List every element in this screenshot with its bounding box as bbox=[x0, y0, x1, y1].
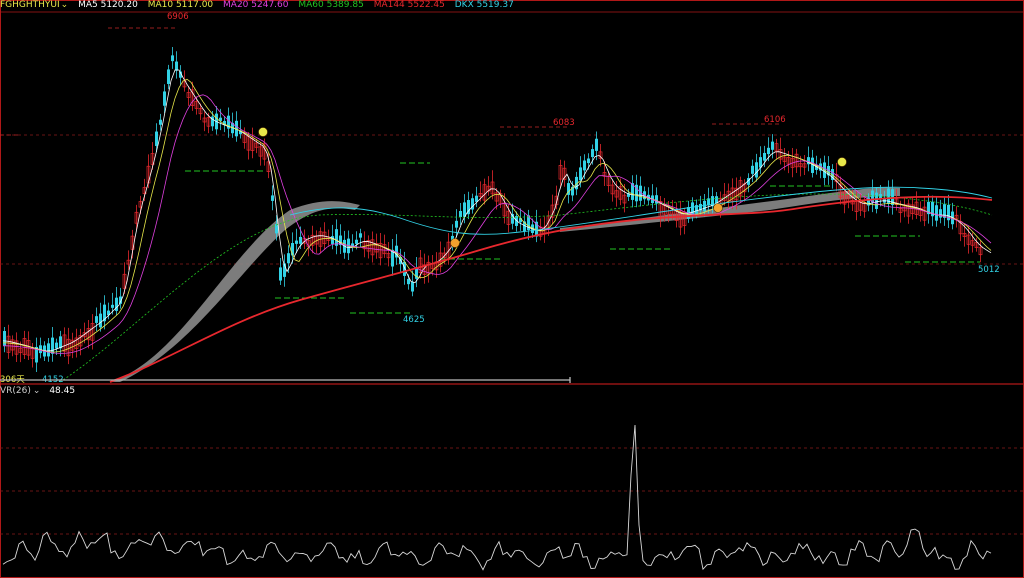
ma144-label: MA144 5522.45 bbox=[373, 0, 445, 10]
kline-header: FGHGHTHYUI⌄ MA5 5120.20 MA10 5117.00 MA2… bbox=[0, 0, 521, 12]
time-scrollbar[interactable] bbox=[0, 377, 571, 383]
candle-down bbox=[167, 69, 170, 84]
symbol-name[interactable]: FGHGHTHYUI bbox=[0, 0, 60, 10]
ma-band-left bbox=[110, 201, 360, 382]
candle-down bbox=[295, 240, 298, 244]
vr-line bbox=[2, 424, 992, 571]
vr-dropdown-icon[interactable]: ⌄ bbox=[33, 386, 41, 396]
high-label-3: 6106 bbox=[764, 115, 786, 125]
kline-chart[interactable]: 6906 6083 6106 4625 5012 4152 306天 bbox=[0, 0, 1024, 578]
low-label-2: 5012 bbox=[978, 265, 1000, 275]
signal-marker-2[interactable] bbox=[713, 203, 723, 213]
candle-down bbox=[583, 160, 586, 171]
candle-down bbox=[47, 343, 50, 357]
ma20-label: MA20 5247.60 bbox=[223, 0, 289, 10]
high-label-1: 6906 bbox=[167, 12, 189, 22]
candle-down bbox=[755, 162, 758, 178]
candle-down bbox=[95, 316, 98, 323]
signal-markers[interactable] bbox=[258, 127, 847, 248]
ma5-line bbox=[2, 69, 992, 352]
candle-down bbox=[159, 119, 162, 125]
candle-down bbox=[171, 55, 174, 62]
candle-down bbox=[935, 205, 938, 221]
candle-down bbox=[579, 167, 582, 181]
candle-down bbox=[763, 152, 766, 161]
candle-down bbox=[407, 278, 410, 285]
candle-down bbox=[175, 61, 178, 71]
candle-down bbox=[359, 233, 362, 238]
vr-indicator-line bbox=[2, 424, 992, 571]
signal-marker-1[interactable] bbox=[450, 238, 460, 248]
ma10-label: MA10 5117.00 bbox=[147, 0, 214, 10]
symbol-dropdown-icon[interactable]: ⌄ bbox=[61, 0, 69, 10]
candle-down bbox=[459, 211, 462, 217]
ma5-label: MA5 5120.20 bbox=[78, 0, 138, 10]
candle-down bbox=[875, 192, 878, 209]
candle-down bbox=[587, 158, 590, 164]
candle-down bbox=[163, 91, 166, 106]
ma10-line bbox=[2, 78, 992, 353]
vr-header: VR(26) ⌄ 48.45 bbox=[0, 386, 81, 398]
candle-down bbox=[751, 165, 754, 174]
candle-down bbox=[771, 141, 774, 150]
dkx-label: DKX 5519.37 bbox=[454, 0, 514, 10]
candle-down bbox=[335, 229, 338, 246]
price-band bbox=[110, 187, 900, 382]
high-label-2: 6083 bbox=[553, 118, 575, 128]
candle-down bbox=[595, 138, 598, 151]
candle-down bbox=[871, 190, 874, 203]
candle-down bbox=[279, 267, 282, 281]
candle-down bbox=[767, 147, 770, 155]
candle-down bbox=[703, 200, 706, 212]
moving-averages bbox=[2, 69, 993, 383]
candle-down bbox=[271, 195, 274, 201]
low-label-1: 4625 bbox=[403, 315, 425, 325]
candle-down bbox=[655, 195, 658, 204]
candle-down bbox=[411, 281, 414, 292]
vr-name[interactable]: VR(26) bbox=[0, 386, 31, 396]
candle-down bbox=[591, 149, 594, 158]
candle-down bbox=[939, 209, 942, 218]
candle-down bbox=[155, 131, 158, 146]
candle-down bbox=[51, 337, 54, 354]
candle-down bbox=[299, 236, 302, 244]
signal-marker-3[interactable] bbox=[837, 157, 847, 167]
signal-marker-0[interactable] bbox=[258, 127, 268, 137]
candles[interactable] bbox=[3, 47, 983, 372]
ma144-line bbox=[109, 195, 993, 383]
vr-value: 48.45 bbox=[49, 386, 76, 396]
candle-down bbox=[455, 220, 458, 228]
candle-down bbox=[287, 253, 290, 264]
candle-down bbox=[99, 313, 102, 328]
candle-down bbox=[3, 331, 6, 346]
candle-down bbox=[55, 342, 58, 349]
ma20-line bbox=[3, 94, 992, 354]
candle-down bbox=[59, 336, 62, 349]
ma60-label: MA60 5389.85 bbox=[298, 0, 364, 10]
candle-down bbox=[355, 239, 358, 244]
candle-down bbox=[111, 304, 114, 308]
candle-down bbox=[275, 224, 278, 234]
candle-down bbox=[331, 236, 334, 244]
